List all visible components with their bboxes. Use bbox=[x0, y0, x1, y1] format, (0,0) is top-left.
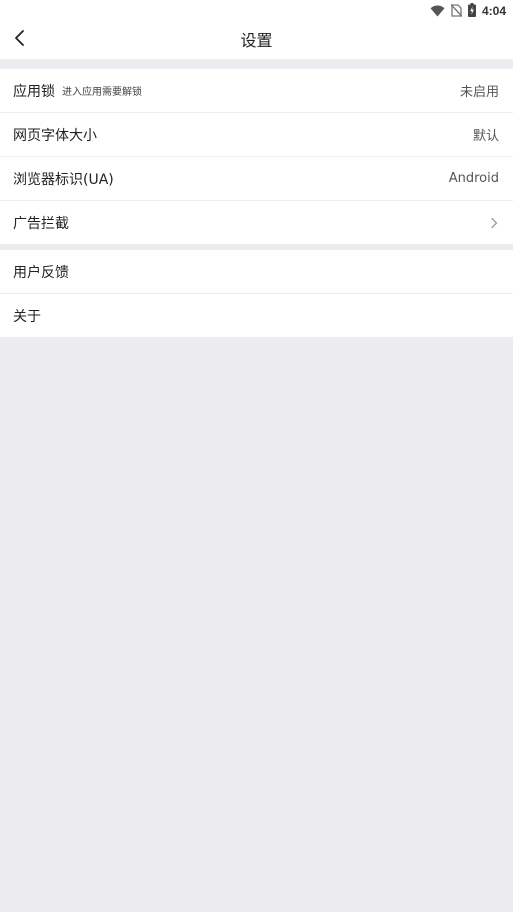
ad-block-label: 广告拦截 bbox=[13, 215, 69, 232]
status-bar: 4:04 bbox=[0, 0, 513, 22]
settings-group-main: 应用锁 进入应用需要解锁 未启用 网页字体大小 默认 浏览器标识(UA) And… bbox=[0, 69, 513, 244]
settings-group-other: 用户反馈 关于 bbox=[0, 250, 513, 337]
about-label: 关于 bbox=[13, 308, 41, 325]
about-row[interactable]: 关于 bbox=[0, 294, 513, 337]
feedback-label: 用户反馈 bbox=[13, 264, 69, 281]
app-lock-label: 应用锁 bbox=[13, 83, 55, 100]
user-agent-row[interactable]: 浏览器标识(UA) Android bbox=[0, 157, 513, 201]
back-button[interactable] bbox=[6, 26, 34, 54]
chevron-right-icon bbox=[488, 216, 500, 230]
wifi-icon bbox=[430, 2, 445, 21]
feedback-row[interactable]: 用户反馈 bbox=[0, 250, 513, 294]
app-lock-description: 进入应用需要解锁 bbox=[62, 87, 142, 98]
ad-block-row[interactable]: 广告拦截 bbox=[0, 201, 513, 244]
app-lock-value: 未启用 bbox=[459, 85, 499, 100]
user-agent-value: Android bbox=[448, 171, 499, 186]
no-sim-icon bbox=[450, 2, 463, 21]
battery-charging-icon bbox=[467, 2, 476, 21]
status-time: 4:04 bbox=[481, 4, 506, 18]
app-lock-row[interactable]: 应用锁 进入应用需要解锁 未启用 bbox=[0, 69, 513, 113]
page-title: 设置 bbox=[240, 31, 273, 50]
chevron-left-icon bbox=[14, 29, 26, 51]
status-icons: 4:04 bbox=[430, 2, 506, 21]
font-size-row[interactable]: 网页字体大小 默认 bbox=[0, 113, 513, 157]
nav-bar: 设置 bbox=[0, 22, 513, 59]
font-size-value: 默认 bbox=[472, 129, 499, 144]
user-agent-label: 浏览器标识(UA) bbox=[13, 171, 114, 188]
font-size-label: 网页字体大小 bbox=[13, 127, 97, 144]
